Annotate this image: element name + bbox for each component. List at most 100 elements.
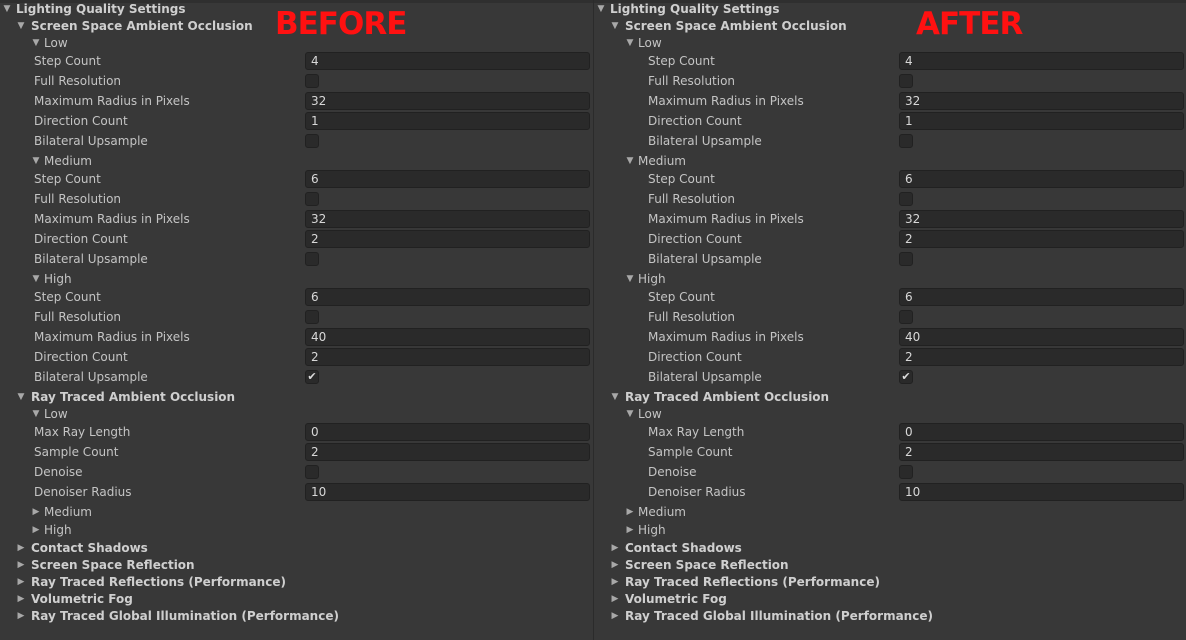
foldout-label: Ray Traced Global Illumination (Performa… xyxy=(31,609,339,623)
property-label: Denoise xyxy=(34,465,83,479)
property-label: Full Resolution xyxy=(34,192,122,206)
direction-count-field[interactable]: 1 xyxy=(899,112,1184,130)
triangle-down-icon[interactable]: ▼ xyxy=(625,33,635,53)
group-foldout-medium[interactable]: ▶ Medium xyxy=(0,502,593,522)
bilateral-upsample-checkbox[interactable] xyxy=(305,134,319,148)
denoiser-radius-field[interactable]: 10 xyxy=(305,483,590,501)
triangle-right-icon[interactable]: ▶ xyxy=(31,502,41,522)
full-resolution-checkbox[interactable] xyxy=(305,310,319,324)
maximum-radius-in-pixels-field[interactable]: 40 xyxy=(899,328,1184,346)
triangle-right-icon[interactable]: ▶ xyxy=(610,606,620,626)
triangle-right-icon[interactable]: ▶ xyxy=(625,520,635,540)
step-count-field[interactable]: 6 xyxy=(305,288,590,306)
maximum-radius-in-pixels-field[interactable]: 32 xyxy=(899,92,1184,110)
triangle-right-icon[interactable]: ▶ xyxy=(16,606,26,626)
max-ray-length-field[interactable]: 0 xyxy=(305,423,590,441)
full-resolution-checkbox[interactable] xyxy=(899,310,913,324)
group-foldout-medium[interactable]: ▶ Medium xyxy=(594,502,1186,522)
group-foldout-medium[interactable]: ▼ Medium xyxy=(594,151,1186,171)
property-label: Step Count xyxy=(34,54,101,68)
foldout-label: Medium xyxy=(638,154,686,168)
bilateral-upsample-checkbox[interactable] xyxy=(305,252,319,266)
group-foldout-high[interactable]: ▶ High xyxy=(594,520,1186,540)
section-header-ray-traced-global-illumination-performance[interactable]: ▶ Ray Traced Global Illumination (Perform… xyxy=(0,606,593,626)
property-row-full-resolution: Full Resolution xyxy=(0,307,593,327)
full-resolution-checkbox[interactable] xyxy=(305,192,319,206)
group-foldout-high[interactable]: ▼ High xyxy=(0,269,593,289)
after-label: AFTER xyxy=(916,6,1023,42)
maximum-radius-in-pixels-field[interactable]: 32 xyxy=(899,210,1184,228)
property-label: Step Count xyxy=(648,172,715,186)
group-foldout-high[interactable]: ▶ High xyxy=(0,520,593,540)
property-row-bilateral-upsample: Bilateral Upsample ✔ xyxy=(0,367,593,387)
direction-count-field[interactable]: 2 xyxy=(305,230,590,248)
property-label: Step Count xyxy=(34,290,101,304)
triangle-down-icon[interactable]: ▼ xyxy=(625,269,635,289)
triangle-down-icon[interactable]: ▼ xyxy=(625,404,635,424)
checkmark-icon: ✔ xyxy=(901,370,911,383)
triangle-down-icon[interactable]: ▼ xyxy=(31,33,41,53)
maximum-radius-in-pixels-field[interactable]: 32 xyxy=(305,210,590,228)
step-count-field[interactable]: 4 xyxy=(899,52,1184,70)
property-label: Maximum Radius in Pixels xyxy=(648,330,804,344)
property-row-direction-count: Direction Count 1 xyxy=(0,111,593,131)
property-row-step-count: Step Count 4 xyxy=(594,51,1186,71)
property-label: Direction Count xyxy=(34,232,128,246)
triangle-right-icon[interactable]: ▶ xyxy=(31,520,41,540)
step-count-field[interactable]: 6 xyxy=(899,170,1184,188)
property-row-full-resolution: Full Resolution xyxy=(0,189,593,209)
group-foldout-medium[interactable]: ▼ Medium xyxy=(0,151,593,171)
foldout-label: High xyxy=(638,272,666,286)
property-row-maximum-radius-in-pixels: Maximum Radius in Pixels 32 xyxy=(0,91,593,111)
bilateral-upsample-checkbox[interactable] xyxy=(899,252,913,266)
step-count-field[interactable]: 4 xyxy=(305,52,590,70)
sample-count-field[interactable]: 2 xyxy=(305,443,590,461)
property-row-denoise: Denoise xyxy=(594,462,1186,482)
maximum-radius-in-pixels-field[interactable]: 40 xyxy=(305,328,590,346)
before-panel: ▼ Lighting Quality Settings ▼ Screen Space … xyxy=(0,0,593,640)
property-row-bilateral-upsample: Bilateral Upsample xyxy=(594,249,1186,269)
full-resolution-checkbox[interactable] xyxy=(305,74,319,88)
property-label: Direction Count xyxy=(34,350,128,364)
triangle-right-icon[interactable]: ▶ xyxy=(625,502,635,522)
property-row-maximum-radius-in-pixels: Maximum Radius in Pixels 32 xyxy=(594,209,1186,229)
property-row-maximum-radius-in-pixels: Maximum Radius in Pixels 32 xyxy=(0,209,593,229)
property-label: Direction Count xyxy=(648,232,742,246)
sample-count-field[interactable]: 2 xyxy=(899,443,1184,461)
bilateral-upsample-checkbox[interactable] xyxy=(899,134,913,148)
denoise-checkbox[interactable] xyxy=(899,465,913,479)
step-count-field[interactable]: 6 xyxy=(899,288,1184,306)
property-label: Maximum Radius in Pixels xyxy=(34,94,190,108)
direction-count-field[interactable]: 2 xyxy=(899,230,1184,248)
property-label: Bilateral Upsample xyxy=(34,134,148,148)
step-count-field[interactable]: 6 xyxy=(305,170,590,188)
triangle-down-icon[interactable]: ▼ xyxy=(31,151,41,171)
property-label: Denoiser Radius xyxy=(34,485,132,499)
before-label: BEFORE xyxy=(275,6,407,42)
direction-count-field[interactable]: 2 xyxy=(305,348,590,366)
group-foldout-high[interactable]: ▼ High xyxy=(594,269,1186,289)
group-foldout-low[interactable]: ▼ Low xyxy=(594,404,1186,424)
property-label: Bilateral Upsample xyxy=(34,252,148,266)
full-resolution-checkbox[interactable] xyxy=(899,74,913,88)
property-row-bilateral-upsample: Bilateral Upsample xyxy=(594,131,1186,151)
property-row-full-resolution: Full Resolution xyxy=(0,71,593,91)
maximum-radius-in-pixels-field[interactable]: 32 xyxy=(305,92,590,110)
triangle-down-icon[interactable]: ▼ xyxy=(31,404,41,424)
property-label: Maximum Radius in Pixels xyxy=(34,330,190,344)
denoise-checkbox[interactable] xyxy=(305,465,319,479)
bilateral-upsample-checkbox[interactable]: ✔ xyxy=(305,370,319,384)
direction-count-field[interactable]: 2 xyxy=(899,348,1184,366)
property-label: Direction Count xyxy=(648,350,742,364)
full-resolution-checkbox[interactable] xyxy=(899,192,913,206)
section-header-ray-traced-global-illumination-performance[interactable]: ▶ Ray Traced Global Illumination (Perform… xyxy=(594,606,1186,626)
denoiser-radius-field[interactable]: 10 xyxy=(899,483,1184,501)
triangle-down-icon[interactable]: ▼ xyxy=(31,269,41,289)
max-ray-length-field[interactable]: 0 xyxy=(899,423,1184,441)
group-foldout-low[interactable]: ▼ Low xyxy=(594,33,1186,53)
bilateral-upsample-checkbox[interactable]: ✔ xyxy=(899,370,913,384)
direction-count-field[interactable]: 1 xyxy=(305,112,590,130)
property-row-denoiser-radius: Denoiser Radius 10 xyxy=(0,482,593,502)
triangle-down-icon[interactable]: ▼ xyxy=(625,151,635,171)
group-foldout-low[interactable]: ▼ Low xyxy=(0,404,593,424)
